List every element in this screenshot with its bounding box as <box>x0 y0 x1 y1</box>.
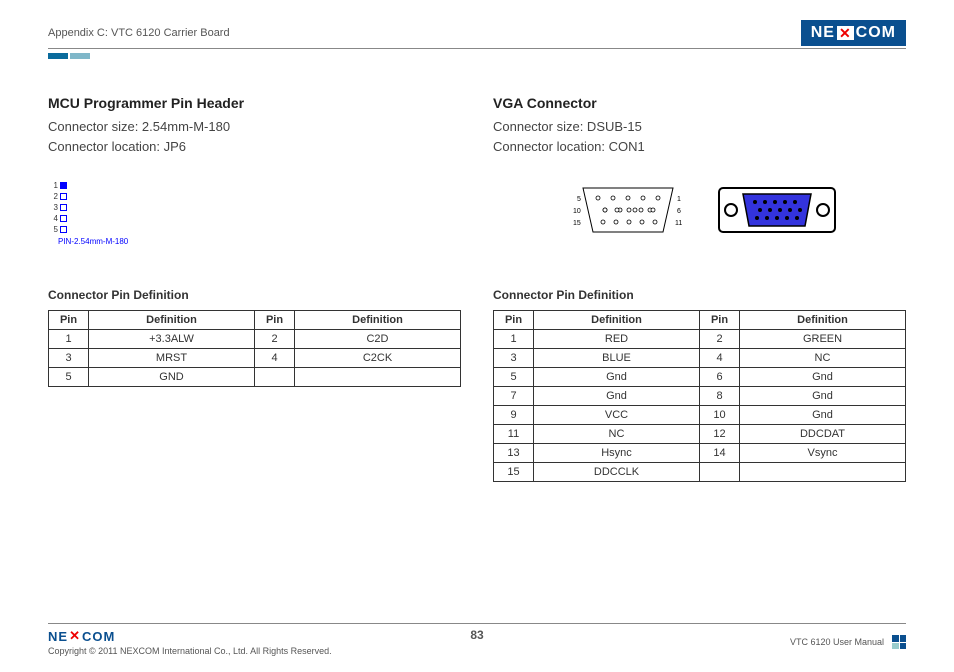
table-row: 3BLUE4NC <box>494 349 906 368</box>
table-row: 5GND <box>49 368 461 387</box>
pin-2-icon <box>60 193 67 200</box>
table-row: 9VCC10Gnd <box>494 406 906 425</box>
table-row: 15DDCCLK <box>494 463 906 482</box>
pin-4-icon <box>60 215 67 222</box>
svg-text:1: 1 <box>677 196 681 203</box>
table-row: 13Hsync14Vsync <box>494 444 906 463</box>
pin-header-caption: PIN-2.54mm-M-180 <box>58 237 138 246</box>
table-row: 1RED2GREEN <box>494 330 906 349</box>
pin-1-icon <box>60 182 67 189</box>
table-row: 5Gnd6Gnd <box>494 368 906 387</box>
manual-name: VTC 6120 User Manual <box>790 637 884 647</box>
svg-text:11: 11 <box>675 220 682 227</box>
vga-connector-location: Connector location: CON1 <box>493 137 906 157</box>
table-row: 11NC12DDCDAT <box>494 425 906 444</box>
table-row: 1+3.3ALW 2C2D <box>49 330 461 349</box>
nexcom-logo: NE✕COM <box>801 20 906 46</box>
mcu-connector-size: Connector size: 2.54mm-M-180 <box>48 117 461 137</box>
accent-bar <box>48 53 906 59</box>
svg-text:15: 15 <box>573 220 581 227</box>
logo-x-icon: ✕ <box>69 628 81 644</box>
svg-text:5: 5 <box>577 196 581 203</box>
page-number: 83 <box>470 628 483 642</box>
table-row: 3MRST 4C2CK <box>49 349 461 368</box>
pin-header-diagram: 1 2 3 4 5 PIN-2.54mm-M-180 <box>48 180 138 246</box>
svg-text:10: 10 <box>573 208 581 215</box>
pin-3-icon <box>60 204 67 211</box>
copyright-text: Copyright © 2011 NEXCOM International Co… <box>48 646 332 656</box>
svg-text:6: 6 <box>677 208 681 215</box>
mcu-table-title: Connector Pin Definition <box>48 288 461 302</box>
logo-x-icon: ✕ <box>837 26 854 40</box>
vga-pin-table: Pin Definition Pin Definition 1RED2GREEN… <box>493 310 906 482</box>
vga-port-icon <box>717 180 837 240</box>
vga-connector-size: Connector size: DSUB-15 <box>493 117 906 137</box>
vga-header-title: VGA Connector <box>493 95 906 111</box>
table-row: 7Gnd8Gnd <box>494 387 906 406</box>
mcu-header-title: MCU Programmer Pin Header <box>48 95 461 111</box>
mcu-connector-location: Connector location: JP6 <box>48 137 461 157</box>
breadcrumb: Appendix C: VTC 6120 Carrier Board <box>48 27 230 39</box>
mcu-pin-table: Pin Definition Pin Definition 1+3.3ALW 2… <box>48 310 461 387</box>
vga-pin-diagram: 5 1 10 6 15 11 <box>563 180 693 240</box>
pin-5-icon <box>60 226 67 233</box>
vga-table-title: Connector Pin Definition <box>493 288 906 302</box>
footer-deco-icon <box>892 635 906 649</box>
nexcom-logo-footer: NE✕COM <box>48 628 332 644</box>
